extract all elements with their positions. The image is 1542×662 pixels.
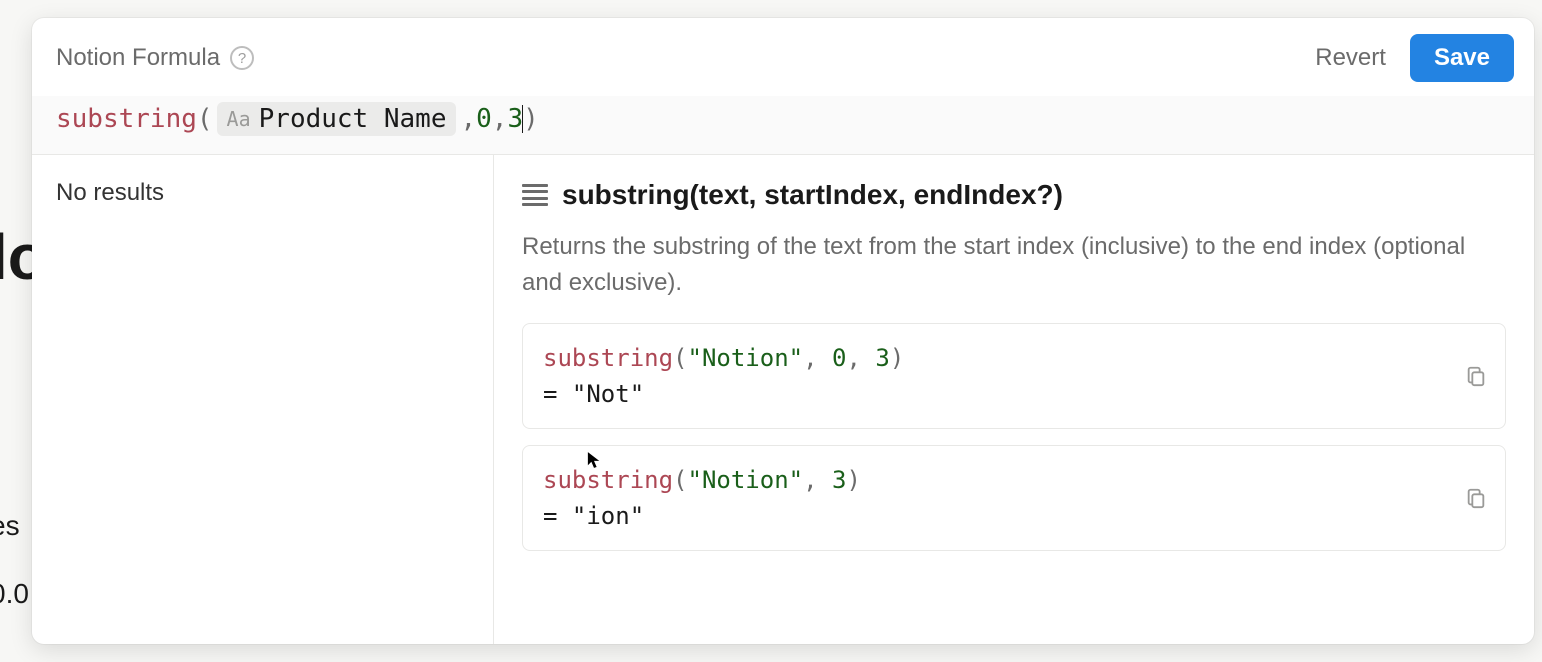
- no-results-label: No results: [56, 179, 469, 207]
- example-token-num: 3: [832, 466, 846, 494]
- example-token-comma: ,: [803, 344, 832, 372]
- formula-editor-modal: Notion Formula ? Revert Save substring( …: [32, 18, 1534, 644]
- text-property-icon: Aa: [227, 107, 251, 131]
- example-token-num: 0: [832, 344, 846, 372]
- example-result: = "ion": [543, 498, 1485, 534]
- property-chip-label: Product Name: [259, 104, 447, 134]
- property-chip[interactable]: Aa Product Name: [217, 102, 457, 136]
- documentation-panel: substring(text, startIndex, endIndex?) R…: [494, 155, 1534, 644]
- example-card: substring("Notion", 3) = "ion": [522, 445, 1506, 551]
- example-token-fn: substring: [543, 344, 673, 372]
- revert-button[interactable]: Revert: [1301, 36, 1400, 80]
- formula-input[interactable]: substring( Aa Product Name ,0,3): [32, 96, 1534, 155]
- example-token-paren: ): [890, 344, 904, 372]
- save-button[interactable]: Save: [1410, 34, 1514, 82]
- bg-text-fragment: 0.0: [0, 578, 29, 610]
- modal-header: Notion Formula ? Revert Save: [32, 18, 1534, 96]
- example-token-fn: substring: [543, 466, 673, 494]
- formula-token-fn: substring: [56, 104, 197, 134]
- modal-body: No results substring(text, startIndex, e…: [32, 155, 1534, 644]
- example-token-paren: (: [673, 344, 687, 372]
- formula-token-paren: ): [523, 104, 539, 134]
- formula-token-paren: (: [197, 104, 213, 134]
- copy-icon[interactable]: [1465, 364, 1487, 388]
- example-token-num: 3: [875, 344, 889, 372]
- bg-text-fragment: es: [0, 510, 20, 542]
- copy-icon[interactable]: [1465, 486, 1487, 510]
- formula-token-comma: ,: [460, 104, 476, 134]
- suggestions-panel: No results: [32, 155, 494, 644]
- example-token-comma: ,: [846, 344, 875, 372]
- formula-token-num: 3: [507, 104, 523, 134]
- example-token-str: "Notion": [688, 466, 804, 494]
- formula-token-comma: ,: [492, 104, 508, 134]
- example-token-str: "Notion": [688, 344, 804, 372]
- example-result: = "Not": [543, 376, 1485, 412]
- example-code: substring("Notion", 3): [543, 462, 1485, 498]
- example-token-paren: (: [673, 466, 687, 494]
- example-code: substring("Notion", 0, 3): [543, 340, 1485, 376]
- modal-title: Notion Formula: [56, 44, 220, 72]
- help-icon[interactable]: ?: [230, 46, 254, 70]
- doc-description: Returns the substring of the text from t…: [522, 229, 1506, 301]
- formula-token-num: 0: [476, 104, 492, 134]
- text-lines-icon: [522, 184, 548, 206]
- example-token-paren: ): [846, 466, 860, 494]
- example-token-comma: ,: [803, 466, 832, 494]
- example-card: substring("Notion", 0, 3) = "Not": [522, 323, 1506, 429]
- doc-header: substring(text, startIndex, endIndex?): [522, 179, 1506, 211]
- doc-signature: substring(text, startIndex, endIndex?): [562, 179, 1063, 211]
